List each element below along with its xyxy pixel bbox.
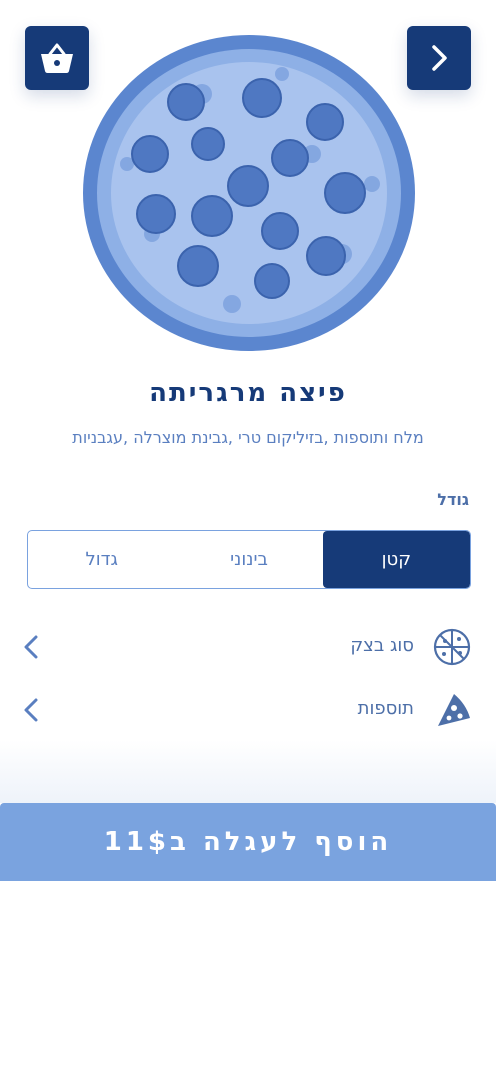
dough-type-row[interactable]: סוג בצק: [0, 625, 496, 669]
chevron-left-icon: [24, 635, 38, 659]
add-to-cart-button[interactable]: הוסף לעגלה ב11$: [0, 803, 496, 881]
bottom-fade: [0, 740, 496, 803]
product-ingredients: מלח ותוספות ,בזיליקום טרי ,גבינת מוצרלה …: [72, 428, 424, 447]
chevron-left-icon: [24, 698, 38, 722]
dough-type-label: סוג בצק: [350, 635, 414, 656]
size-option-medium[interactable]: בינוני: [175, 531, 322, 588]
cart-button[interactable]: [25, 26, 89, 90]
basket-icon: [41, 43, 73, 73]
chevron-right-icon: [432, 45, 447, 71]
product-image: [82, 34, 416, 352]
size-option-large[interactable]: גדול: [28, 531, 175, 588]
size-selector: קטן בינוני גדול: [27, 530, 471, 589]
toppings-row[interactable]: תוספות: [0, 688, 496, 732]
pizza-slice-icon: [438, 694, 470, 726]
size-label: גודל: [437, 490, 469, 509]
pizza-slices-icon: [433, 628, 471, 666]
size-option-small[interactable]: קטן: [322, 531, 470, 588]
product-title: פיצה מרגריתה: [149, 378, 347, 408]
toppings-label: תוספות: [357, 698, 414, 719]
back-button[interactable]: [407, 26, 471, 90]
